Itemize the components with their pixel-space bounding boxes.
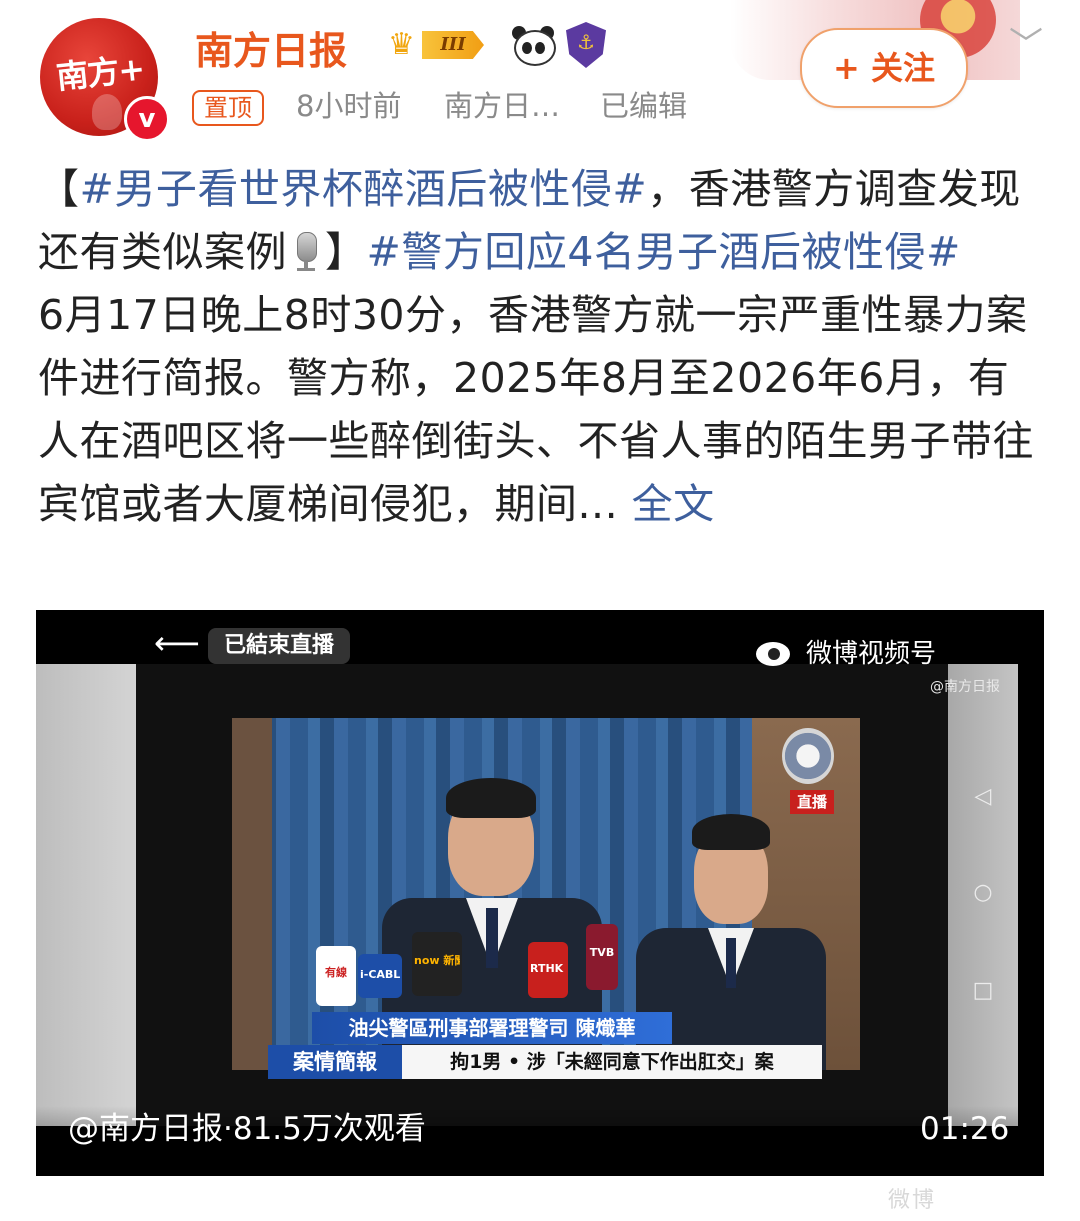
live-tag: 直播 bbox=[790, 790, 834, 814]
video-view-info: @南方日报·81.5万次观看 bbox=[68, 1111, 426, 1147]
post-body: 6月17日晚上8时30分，香港警方就一宗严重性暴力案件进行简报。警方称，2025… bbox=[38, 291, 1034, 528]
video-frame-border bbox=[36, 664, 136, 1126]
hashtag-link[interactable]: #警方回应4名男子酒后被性侵# bbox=[367, 228, 961, 276]
avatar-logo-text: 南方+ bbox=[54, 49, 146, 97]
lower-third-name: 油尖警區刑事部署理警司 陳熾華 bbox=[312, 1012, 672, 1044]
level-label: III bbox=[422, 31, 484, 59]
video-frame: 有線 now 新聞台 RTHK 香港電台 TVB i-CABLE 油尖警區刑事部… bbox=[136, 664, 948, 1126]
back-triangle-icon: ◁ bbox=[974, 784, 992, 809]
post-content: 【#男子看世界杯醉酒后被性侵#，香港警方调查发现还有类似案例 】#警方回应4名男子… bbox=[38, 158, 1048, 536]
video-frame-border: ◁ ○ □ bbox=[948, 664, 1018, 1126]
full-text-link[interactable]: 全文 bbox=[632, 480, 715, 528]
watermark: 微博 bbox=[888, 1188, 937, 1213]
member-level-badge[interactable]: ♛ III bbox=[388, 26, 500, 64]
back-arrow-icon[interactable]: ⟵ bbox=[154, 626, 200, 660]
crown-icon: ♛ bbox=[388, 27, 415, 62]
microphone: now 新聞台 bbox=[412, 932, 462, 996]
microphone: i-CABLE bbox=[358, 954, 402, 998]
video-player[interactable]: ◁ ○ □ 有線 now 新聞 RTHK TVB i-CABL 油尖警區刑事部署… bbox=[36, 610, 1044, 1176]
video-channel-handle: @南方日报 bbox=[930, 679, 1000, 695]
video-channel-name: 微博视频号 bbox=[806, 639, 937, 669]
verified-icon: v bbox=[124, 96, 170, 142]
pinned-tag: 置顶 bbox=[192, 90, 264, 126]
post-time: 8小时前 bbox=[296, 89, 402, 123]
video-duration: 01:26 bbox=[920, 1111, 1010, 1147]
microphone: TVB bbox=[586, 924, 618, 990]
lower-third-headline: 拘1男 • 涉「未經同意下作出肛交」案 bbox=[402, 1045, 822, 1079]
microphone: RTHK 香港電台 bbox=[528, 942, 568, 998]
shield-icon[interactable]: ⚓ bbox=[566, 22, 606, 68]
microphone-icon bbox=[291, 232, 321, 272]
post-source[interactable]: 南方日… bbox=[444, 88, 560, 124]
live-ended-badge: 已結束直播 bbox=[208, 628, 351, 664]
recent-square-icon: □ bbox=[972, 978, 994, 1003]
post-header: 南方+ v 南方日报 ♛ III ⚓ 置顶 8小时前 南方日… 已编辑 + 关注… bbox=[0, 0, 1080, 150]
hashtag-link[interactable]: #男子看世界杯醉酒后被性侵# bbox=[80, 165, 648, 213]
police-emblem-icon bbox=[782, 728, 834, 784]
account-name[interactable]: 南方日报 bbox=[195, 20, 347, 75]
lower-third-label: 案情簡報 bbox=[268, 1045, 402, 1079]
follow-button[interactable]: + 关注 bbox=[800, 28, 968, 108]
chevron-down-icon[interactable]: ﹀ bbox=[1004, 28, 1048, 62]
flame-icon bbox=[92, 94, 122, 130]
panda-icon[interactable] bbox=[510, 24, 556, 66]
weibo-logo-icon bbox=[752, 634, 798, 670]
edited-label[interactable]: 已编辑 bbox=[600, 88, 687, 124]
post-text: 【 bbox=[38, 165, 80, 213]
post-text: 】 bbox=[325, 228, 367, 276]
microphone: 有線 bbox=[316, 946, 356, 1006]
home-circle-icon: ○ bbox=[973, 880, 993, 905]
